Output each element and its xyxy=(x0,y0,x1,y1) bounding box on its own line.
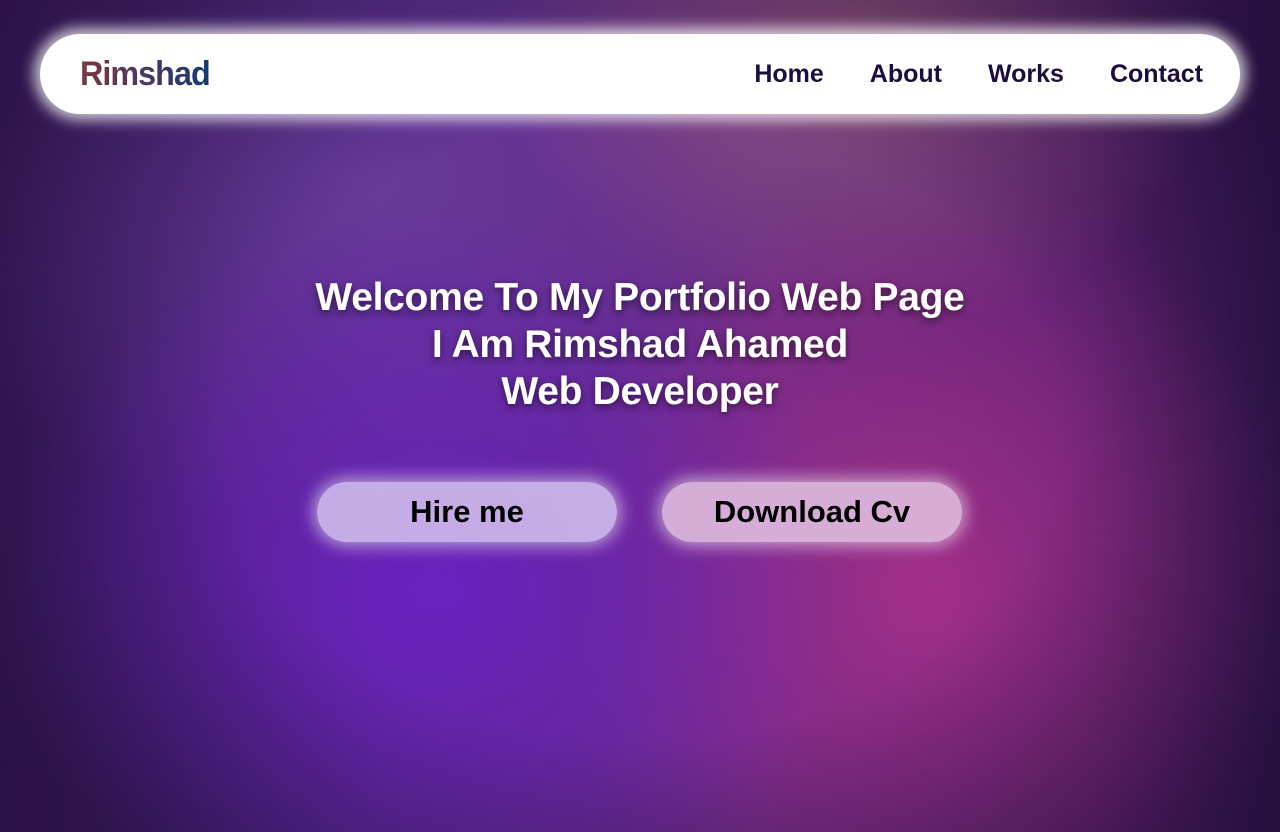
nav-link-about[interactable]: About xyxy=(870,34,942,114)
hero-name-line: I Am Rimshad Ahamed xyxy=(431,323,849,366)
hero-welcome-line: Welcome To My Portfolio Web Page xyxy=(315,276,965,319)
nav-links: Home About Works Contact xyxy=(754,34,1203,114)
logo[interactable]: Rimshad xyxy=(80,52,211,96)
nav-link-home[interactable]: Home xyxy=(754,34,823,114)
hero-heading: Welcome To My Portfolio Web Page I Am Ri… xyxy=(0,274,1280,415)
hero-role-line: Web Developer xyxy=(501,370,779,413)
nav-link-works[interactable]: Works xyxy=(988,34,1064,114)
hire-me-button[interactable]: Hire me xyxy=(317,482,617,542)
download-cv-button[interactable]: Download Cv xyxy=(662,482,962,542)
background-vignette xyxy=(0,0,1280,832)
hero-buttons: Hire me Download Cv xyxy=(317,482,963,542)
nav-link-contact[interactable]: Contact xyxy=(1110,34,1203,114)
navbar: Rimshad Home About Works Contact xyxy=(40,34,1240,114)
